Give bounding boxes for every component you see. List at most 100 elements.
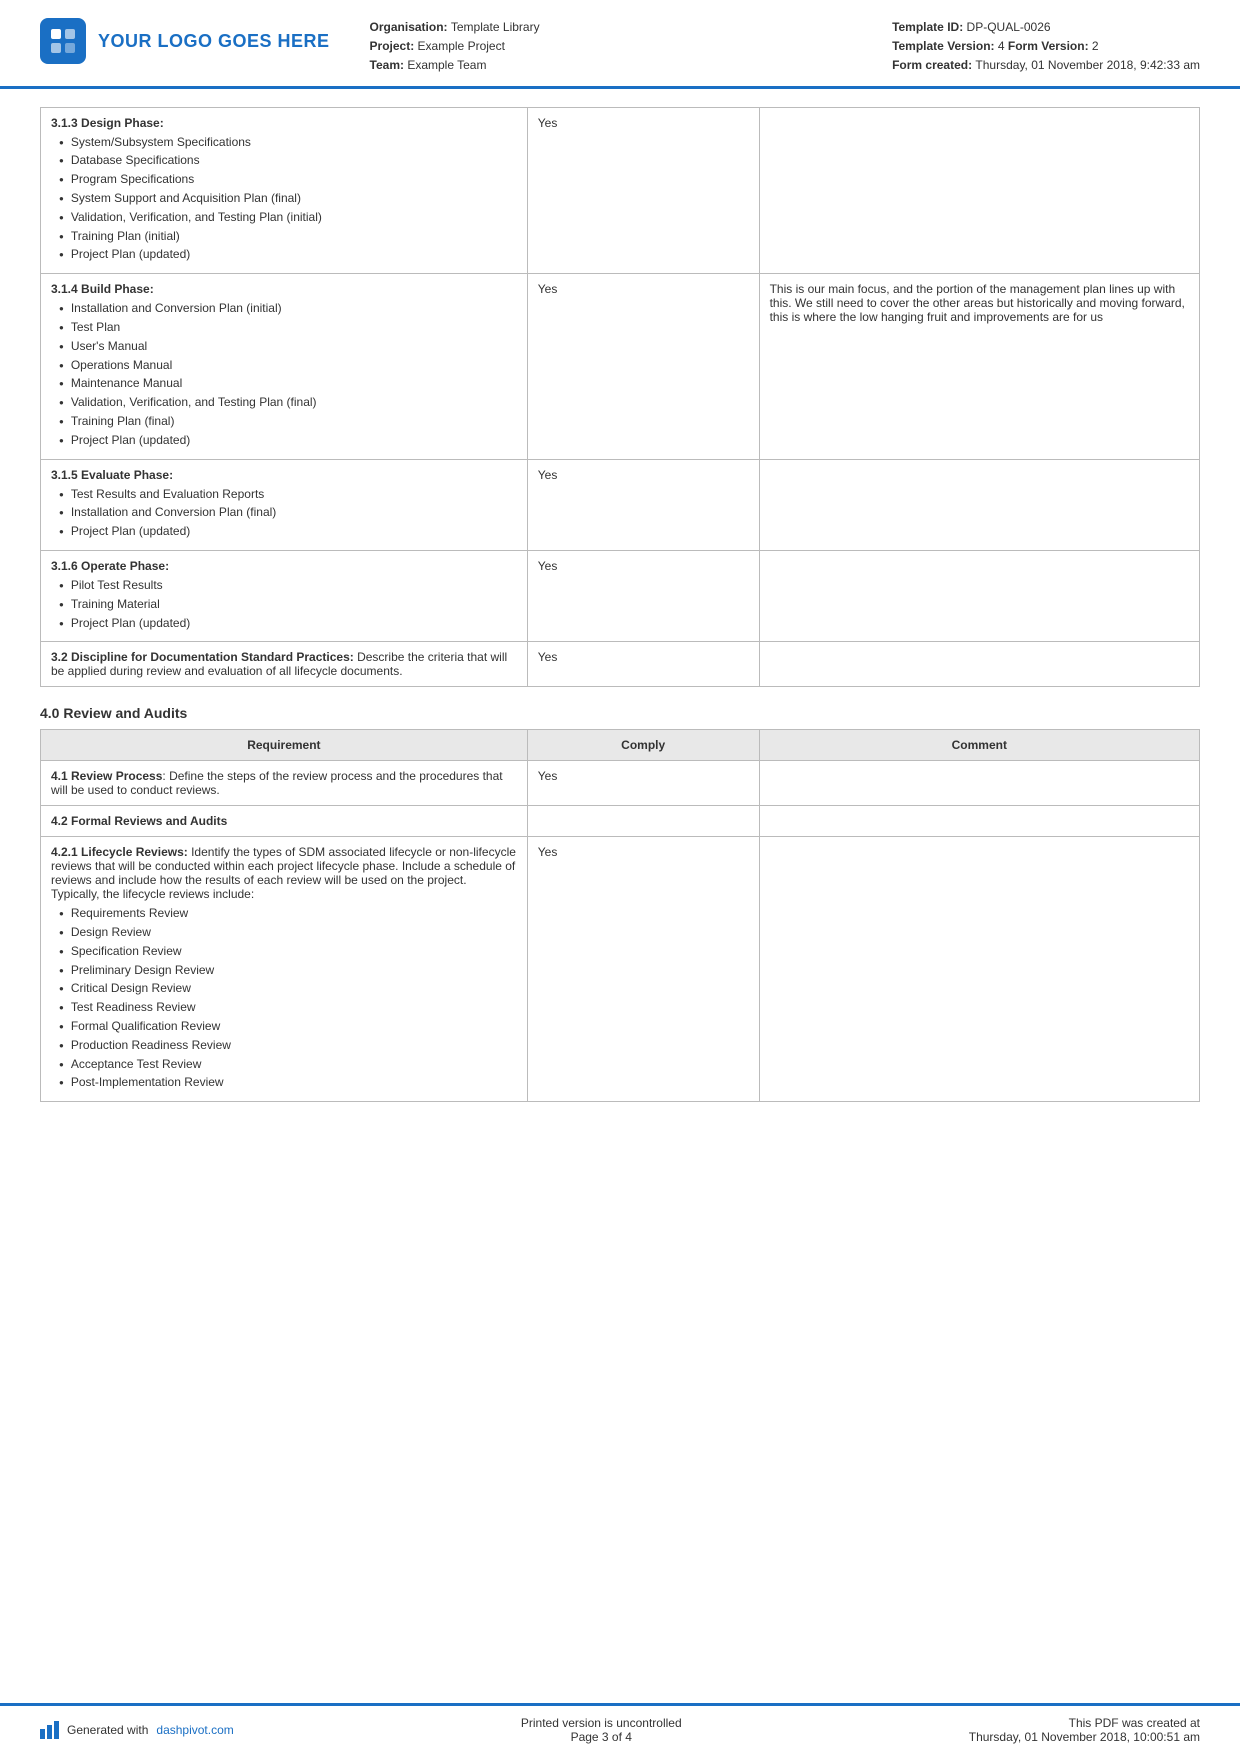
footer-center-line1: Printed version is uncontrolled bbox=[521, 1716, 682, 1730]
comply-cell-421: Yes bbox=[527, 837, 759, 1102]
list-item: Program Specifications bbox=[59, 171, 517, 188]
list-item: Operations Manual bbox=[59, 357, 517, 374]
comment-cell-313 bbox=[759, 107, 1199, 274]
req-cell-32: 3.2 Discipline for Documentation Standar… bbox=[41, 642, 528, 687]
req-cell-314: 3.1.4 Build Phase: Installation and Conv… bbox=[41, 274, 528, 459]
list-item: Maintenance Manual bbox=[59, 375, 517, 392]
req-cell-42: 4.2 Formal Reviews and Audits bbox=[41, 806, 528, 837]
col-header-comment: Comment bbox=[759, 730, 1199, 761]
footer-left: Generated with dashpivot.com bbox=[40, 1721, 234, 1739]
list-item: Requirements Review bbox=[59, 905, 517, 922]
list-item: System Support and Acquisition Plan (fin… bbox=[59, 190, 517, 207]
table2: Requirement Comply Comment 4.1 Review Pr… bbox=[40, 729, 1200, 1102]
list-item: Installation and Conversion Plan (initia… bbox=[59, 300, 517, 317]
comply-cell-41: Yes bbox=[527, 761, 759, 806]
generated-link[interactable]: dashpivot.com bbox=[156, 1723, 233, 1737]
comment-cell-41 bbox=[759, 761, 1199, 806]
comment-cell-32 bbox=[759, 642, 1199, 687]
list-item: Validation, Verification, and Testing Pl… bbox=[59, 209, 517, 226]
col-header-req: Requirement bbox=[41, 730, 528, 761]
footer: Generated with dashpivot.com Printed ver… bbox=[0, 1703, 1240, 1754]
logo-text: YOUR LOGO GOES HERE bbox=[98, 31, 330, 52]
req-cell-41: 4.1 Review Process: Define the steps of … bbox=[41, 761, 528, 806]
phase-title-32: 3.2 Discipline for Documentation Standar… bbox=[51, 650, 354, 664]
bar2 bbox=[47, 1725, 52, 1739]
list-item: Project Plan (updated) bbox=[59, 246, 517, 263]
list-item: Specification Review bbox=[59, 943, 517, 960]
comply-cell-32: Yes bbox=[527, 642, 759, 687]
list-item: Test Readiness Review bbox=[59, 999, 517, 1016]
comment-cell-421 bbox=[759, 837, 1199, 1102]
req-cell-421: 4.2.1 Lifecycle Reviews: Identify the ty… bbox=[41, 837, 528, 1102]
logo-icon bbox=[40, 18, 86, 64]
req-title-421: 4.2.1 Lifecycle Reviews: bbox=[51, 845, 191, 859]
generated-text: Generated with bbox=[67, 1723, 148, 1737]
list-item: Critical Design Review bbox=[59, 980, 517, 997]
comply-cell-42 bbox=[527, 806, 759, 837]
bullet-list-314: Installation and Conversion Plan (initia… bbox=[59, 300, 517, 448]
table1: 3.1.3 Design Phase: System/Subsystem Spe… bbox=[40, 107, 1200, 688]
phase-title-314: 3.1.4 Build Phase: bbox=[51, 282, 154, 296]
footer-bars-icon bbox=[40, 1721, 59, 1739]
comply-cell-315: Yes bbox=[527, 459, 759, 550]
req-cell-316: 3.1.6 Operate Phase: Pilot Test Results … bbox=[41, 550, 528, 641]
table-row: 4.2 Formal Reviews and Audits bbox=[41, 806, 1200, 837]
footer-right: This PDF was created at Thursday, 01 Nov… bbox=[969, 1716, 1200, 1744]
table-row: 3.1.4 Build Phase: Installation and Conv… bbox=[41, 274, 1200, 459]
section-heading-4: 4.0 Review and Audits bbox=[40, 705, 1200, 721]
header-meta: Organisation: Template Library Project: … bbox=[330, 18, 893, 76]
req-title-41: 4.1 Review Process bbox=[51, 769, 162, 783]
header: YOUR LOGO GOES HERE Organisation: Templa… bbox=[0, 0, 1240, 89]
table-row: 3.1.6 Operate Phase: Pilot Test Results … bbox=[41, 550, 1200, 641]
list-item: Database Specifications bbox=[59, 152, 517, 169]
list-item: System/Subsystem Specifications bbox=[59, 134, 517, 151]
comply-cell-316: Yes bbox=[527, 550, 759, 641]
comment-cell-314: This is our main focus, and the portion … bbox=[759, 274, 1199, 459]
bar1 bbox=[40, 1729, 45, 1739]
header-right: Template ID: DP-QUAL-0026 Template Versi… bbox=[892, 18, 1200, 76]
list-item: Training Material bbox=[59, 596, 517, 613]
list-item: Acceptance Test Review bbox=[59, 1056, 517, 1073]
bullet-list-315: Test Results and Evaluation Reports Inst… bbox=[59, 486, 517, 540]
comply-cell-314: Yes bbox=[527, 274, 759, 459]
list-item: Preliminary Design Review bbox=[59, 962, 517, 979]
list-item: Project Plan (updated) bbox=[59, 615, 517, 632]
list-item: Post-Implementation Review bbox=[59, 1074, 517, 1091]
page: YOUR LOGO GOES HERE Organisation: Templa… bbox=[0, 0, 1240, 1754]
table-row: 3.1.5 Evaluate Phase: Test Results and E… bbox=[41, 459, 1200, 550]
list-item: Installation and Conversion Plan (final) bbox=[59, 504, 517, 521]
footer-right-line1: This PDF was created at bbox=[969, 1716, 1200, 1730]
list-item: Training Plan (initial) bbox=[59, 228, 517, 245]
bullet-list-313: System/Subsystem Specifications Database… bbox=[59, 134, 517, 264]
phase-title-315: 3.1.5 Evaluate Phase: bbox=[51, 468, 173, 482]
table-row: 4.2.1 Lifecycle Reviews: Identify the ty… bbox=[41, 837, 1200, 1102]
footer-right-line2: Thursday, 01 November 2018, 10:00:51 am bbox=[969, 1730, 1200, 1744]
req-cell-315: 3.1.5 Evaluate Phase: Test Results and E… bbox=[41, 459, 528, 550]
list-item: Design Review bbox=[59, 924, 517, 941]
list-item: User's Manual bbox=[59, 338, 517, 355]
table-header-row: Requirement Comply Comment bbox=[41, 730, 1200, 761]
phase-title-316: 3.1.6 Operate Phase: bbox=[51, 559, 169, 573]
table-row: 4.1 Review Process: Define the steps of … bbox=[41, 761, 1200, 806]
req-title-42: 4.2 Formal Reviews and Audits bbox=[51, 814, 227, 828]
logo-area: YOUR LOGO GOES HERE bbox=[40, 18, 330, 64]
comment-cell-42 bbox=[759, 806, 1199, 837]
phase-title-313: 3.1.3 Design Phase: bbox=[51, 116, 164, 130]
comment-cell-316 bbox=[759, 550, 1199, 641]
req-cell-313: 3.1.3 Design Phase: System/Subsystem Spe… bbox=[41, 107, 528, 274]
bullet-list-316: Pilot Test Results Training Material Pro… bbox=[59, 577, 517, 631]
table-row: 3.1.3 Design Phase: System/Subsystem Spe… bbox=[41, 107, 1200, 274]
list-item: Project Plan (updated) bbox=[59, 432, 517, 449]
list-item: Project Plan (updated) bbox=[59, 523, 517, 540]
table-row: 3.2 Discipline for Documentation Standar… bbox=[41, 642, 1200, 687]
main-content: 3.1.3 Design Phase: System/Subsystem Spe… bbox=[0, 89, 1240, 1703]
comment-cell-315 bbox=[759, 459, 1199, 550]
col-header-comply: Comply bbox=[527, 730, 759, 761]
req-desc-421-2: Typically, the lifecycle reviews include… bbox=[51, 887, 254, 901]
list-item: Validation, Verification, and Testing Pl… bbox=[59, 394, 517, 411]
list-item: Training Plan (final) bbox=[59, 413, 517, 430]
footer-center-line2: Page 3 of 4 bbox=[521, 1730, 682, 1744]
logo-svg bbox=[49, 27, 77, 55]
list-item: Production Readiness Review bbox=[59, 1037, 517, 1054]
list-item: Formal Qualification Review bbox=[59, 1018, 517, 1035]
